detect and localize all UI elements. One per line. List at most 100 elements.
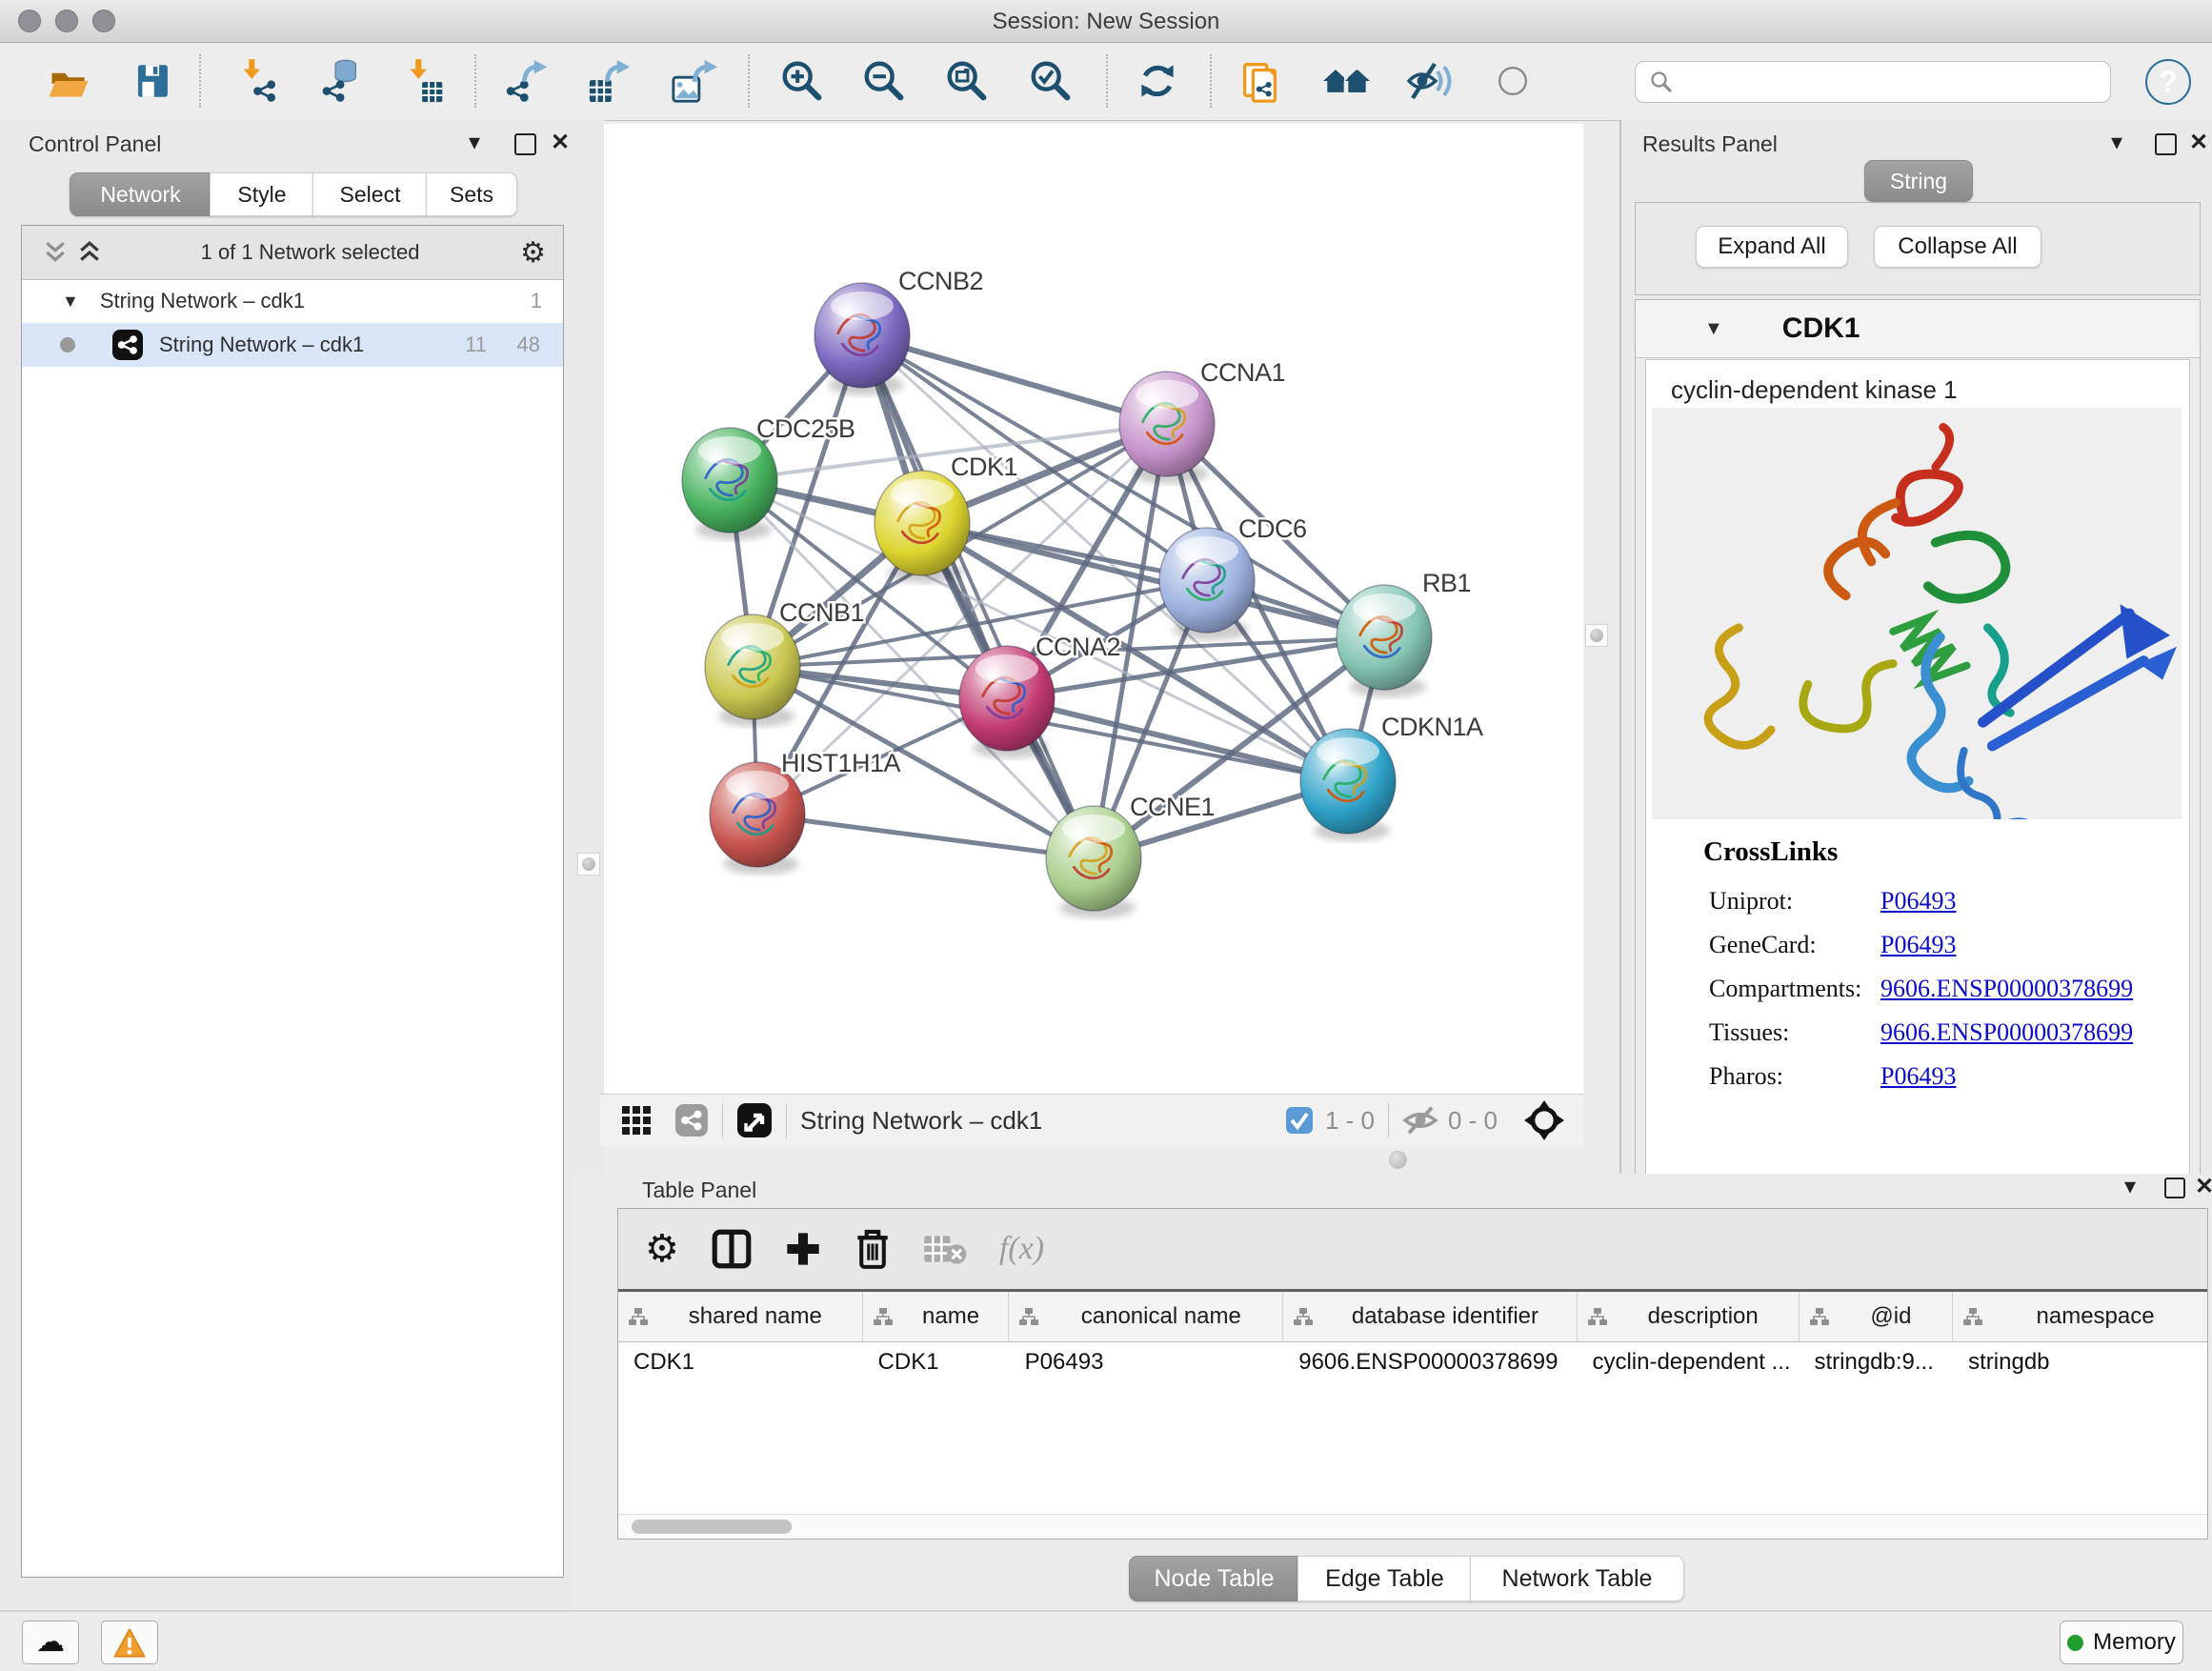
table-settings-gear-icon[interactable]: ⚙ [645,1227,679,1271]
cell-description[interactable]: cyclin-dependent ... [1577,1349,1799,1376]
gene-collapse-triangle-icon[interactable]: ▼ [1704,318,1723,340]
import-table-button[interactable] [398,53,452,109]
zoom-out-button[interactable] [857,53,911,109]
column-header-id[interactable]: @id [1800,1292,1953,1341]
cell-database-identifier[interactable]: 9606.ENSP00000378699 [1283,1349,1577,1376]
column-header-name[interactable]: name [863,1292,1010,1341]
tab-style[interactable]: Style [210,172,314,216]
network-node-hist1h1a[interactable]: HIST1H1A [710,749,901,875]
network-edge[interactable] [757,815,1094,858]
cloud-status-button[interactable]: ☁ [22,1621,79,1664]
help-button[interactable]: ? [2143,57,2193,111]
new-network-from-selection-button[interactable] [1235,53,1288,109]
cell-namespace[interactable]: stringdb [1953,1349,2207,1376]
expand-all-icon[interactable] [79,241,100,264]
memory-button[interactable]: Memory [2060,1621,2183,1664]
network-edge[interactable] [862,335,1094,858]
save-session-button[interactable] [126,53,179,109]
network-row-selected[interactable]: String Network – cdk1 11 48 [22,323,563,367]
zoom-fit-button[interactable] [940,53,994,109]
right-splitter-handle[interactable] [1585,624,1608,647]
apply-layout-button[interactable] [1131,53,1184,109]
first-neighbors-button[interactable] [1319,53,1373,109]
left-splitter-handle[interactable] [577,853,600,876]
titlebar: Session: New Session [0,0,2212,43]
network-node-ccnb2[interactable]: CCNB2 [814,267,983,395]
cell-shared-name[interactable]: CDK1 [618,1349,863,1376]
right-splitter[interactable] [1583,124,1619,1094]
column-header-shared-name[interactable]: shared name [618,1292,863,1341]
import-network-database-button[interactable] [313,53,367,109]
search-input[interactable] [1683,68,2110,96]
network-options-gear-icon[interactable]: ⚙ [520,236,546,270]
detach-view-icon[interactable] [736,1102,773,1138]
graphics-details-button[interactable] [1403,53,1457,109]
view-grid-icon[interactable] [621,1105,652,1136]
control-panel-collapse-icon[interactable]: ▾ [469,131,480,154]
tab-sets[interactable]: Sets [426,172,517,216]
crosslink-uniprot-link[interactable]: P06493 [1880,887,1956,916]
export-table-button[interactable] [582,53,635,109]
show-columns-icon[interactable] [712,1229,752,1269]
results-panel-close-icon[interactable]: ✕ [2189,131,2208,154]
expand-all-button[interactable]: Expand All [1696,226,1848,268]
tab-string[interactable]: String [1864,160,1973,202]
network-node-cdc6[interactable]: CDC6 [1159,514,1307,640]
current-network-icon[interactable] [674,1103,709,1137]
crosslink-pharos-link[interactable]: P06493 [1880,1062,1956,1091]
column-header-description[interactable]: description [1578,1292,1800,1341]
control-panel-close-icon[interactable]: ✕ [551,131,570,154]
network-canvas[interactable]: CCNB2CCNA1CDC25BCDK1CDC6RB1CCNB1CCNA2CDK… [604,124,1583,1094]
collapse-all-button[interactable]: Collapse All [1874,226,2041,268]
tab-edge-table[interactable]: Edge Table [1297,1556,1472,1601]
network-node-cdk1[interactable]: CDK1 [875,453,1017,583]
table-panel-collapse-icon[interactable]: ▾ [2124,1176,2136,1198]
left-splitter[interactable] [572,120,604,1174]
tab-network-table[interactable]: Network Table [1470,1556,1684,1601]
hidden-elements-icon[interactable] [1402,1105,1438,1136]
network-node-cdkn1a[interactable]: CDKN1A [1300,713,1483,841]
network-node-rb1[interactable]: RB1 [1337,569,1471,697]
add-column-icon[interactable] [784,1230,822,1268]
crosslink-tissues-link[interactable]: 9606.ENSP00000378699 [1880,1018,2133,1047]
results-panel-collapse-icon[interactable]: ▾ [2111,131,2122,154]
network-collection-row[interactable]: ▼ String Network – cdk1 1 [22,279,563,323]
export-network-button[interactable] [501,53,554,109]
crosslink-genecard-link[interactable]: P06493 [1880,931,1956,959]
results-panel-float-icon[interactable] [2155,133,2177,155]
tab-select[interactable]: Select [312,172,428,216]
gene-section-header[interactable]: ▼ CDK1 [1636,300,2200,358]
selected-checkbox-icon[interactable] [1285,1106,1314,1135]
collection-expand-triangle-icon[interactable]: ▼ [62,292,79,312]
table-panel-float-icon[interactable] [2164,1178,2185,1198]
horizontal-splitter-handle[interactable] [1389,1151,1407,1169]
warnings-button[interactable] [101,1621,158,1664]
export-image-button[interactable] [668,53,721,109]
open-session-button[interactable] [42,53,95,109]
tab-node-table[interactable]: Node Table [1129,1556,1299,1601]
table-row[interactable]: CDK1 CDK1 P06493 9606.ENSP00000378699 cy… [618,1342,2207,1382]
level-of-detail-button[interactable] [1486,53,1539,109]
table-horizontal-scrollbar[interactable] [618,1514,2207,1540]
column-header-namespace[interactable]: namespace [1953,1292,2207,1341]
cell-name[interactable]: CDK1 [863,1349,1010,1376]
column-header-database-identifier[interactable]: database identifier [1283,1292,1578,1341]
node-label: CCNA2 [1036,633,1120,661]
crosslink-compartments-link[interactable]: 9606.ENSP00000378699 [1880,975,2133,1003]
import-network-file-button[interactable] [233,53,287,109]
gene-symbol: CDK1 [1782,312,1860,345]
control-panel-float-icon[interactable] [514,133,536,155]
delete-column-trash-icon[interactable] [855,1228,891,1270]
fit-selected-crosshair-icon[interactable] [1524,1100,1564,1140]
table-panel-close-icon[interactable]: ✕ [2195,1176,2212,1198]
zoom-in-button[interactable] [775,53,829,109]
collapse-all-icon[interactable] [45,241,66,264]
zoom-selected-button[interactable] [1024,53,1077,109]
cell-id[interactable]: stringdb:9... [1799,1349,1953,1376]
tab-network[interactable]: Network [70,172,211,216]
network-node-ccna1[interactable]: CCNA1 [1119,358,1285,484]
column-header-canonical-name[interactable]: canonical name [1009,1292,1283,1341]
scrollbar-thumb[interactable] [632,1520,792,1534]
network-node-ccne1[interactable]: CCNE1 [1046,793,1215,918]
cell-canonical-name[interactable]: P06493 [1010,1349,1284,1376]
